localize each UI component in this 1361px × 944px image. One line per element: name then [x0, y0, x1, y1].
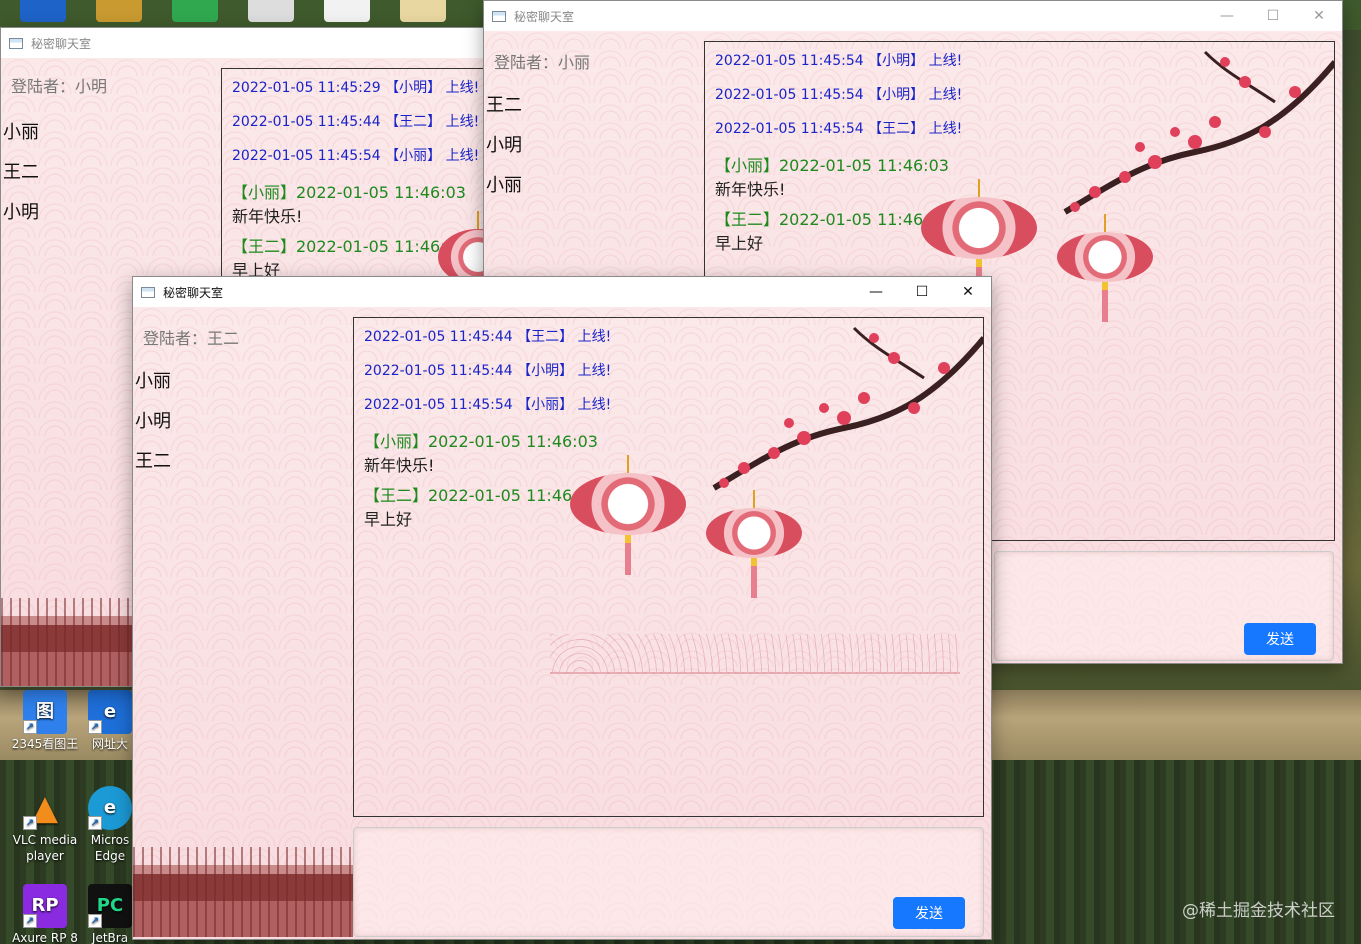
desktop-icon-image-viewer[interactable]: 图 ↗ 2345看图王 [10, 690, 80, 752]
close-button[interactable]: ✕ [945, 277, 991, 307]
send-button[interactable]: 发送 [1244, 623, 1316, 655]
app-window-icon [141, 286, 155, 298]
desktop-icon-label: JetBra [91, 931, 129, 944]
pycharm-icon: PC ↗ [88, 884, 132, 928]
desktop-icon-label: 2345看图王 [11, 737, 79, 751]
system-message: 2022-01-05 11:45:44 【王二】 上线! [232, 114, 480, 130]
lantern-decoration [570, 455, 686, 575]
desktop-icon-vlc[interactable]: ▲ ↗ VLC media player [10, 786, 80, 864]
system-message: 2022-01-05 11:45:54 【王二】 上线! [715, 121, 963, 137]
user-list-item[interactable]: 王二 [135, 447, 171, 473]
vlc-cone-icon: ▲ ↗ [23, 786, 67, 830]
window-titlebar[interactable]: 秘密聊天室 — ☐ ✕ [484, 1, 1342, 31]
desktop-icon-label: Axure RP 8 [12, 931, 78, 944]
desktop-icon-axure[interactable]: RP ↗ Axure RP 8 [10, 884, 80, 944]
desktop-icon-top-5[interactable] [324, 0, 370, 22]
desktop-icon-label: VLC media player [12, 833, 78, 863]
system-message: 2022-01-05 11:45:29 【小明】 上线! [232, 80, 480, 96]
chat-message-text: 新年快乐! [715, 180, 786, 199]
chat-message-header: 【王二】2022-01-05 11:46:11 [232, 237, 466, 256]
message-input-box[interactable] [353, 827, 984, 937]
user-list-item[interactable]: 小丽 [3, 118, 39, 144]
chat-message-text: 新年快乐! [232, 207, 303, 226]
user-list-item[interactable]: 小丽 [486, 171, 522, 197]
system-message: 2022-01-05 11:45:54 【小丽】 上线! [364, 397, 612, 413]
maximize-button[interactable]: ☐ [1250, 1, 1296, 31]
system-message: 2022-01-05 11:45:54 【小明】 上线! [715, 53, 963, 69]
user-list-item[interactable]: 小明 [3, 198, 39, 224]
system-message: 2022-01-05 11:45:54 【小丽】 上线! [232, 148, 480, 164]
edge-legacy-icon: e ↗ [88, 690, 132, 734]
chat-message-text: 早上好 [715, 234, 764, 253]
user-sidebar: 登陆者：王二 小丽 小明 王二 [133, 307, 353, 939]
chat-message-header: 【王二】2022-01-05 11:46:11 [364, 486, 598, 505]
desktop-icon-top-3[interactable] [172, 0, 218, 22]
minimize-button[interactable]: — [853, 277, 899, 307]
maximize-button[interactable]: ☐ [899, 277, 945, 307]
window-titlebar[interactable]: 秘密聊天室 — ☐ ✕ [133, 277, 991, 307]
send-button[interactable]: 发送 [893, 897, 965, 929]
chat-window-wanger[interactable]: 秘密聊天室 — ☐ ✕ 登陆者：王二 小丽 小明 王二 2022-01-05 1… [132, 276, 992, 940]
user-list-item[interactable]: 小明 [486, 131, 522, 157]
lantern-decoration [1057, 214, 1153, 322]
system-message: 2022-01-05 11:45:54 【小明】 上线! [715, 87, 963, 103]
desktop-icon-top-4[interactable] [248, 0, 294, 22]
edge-icon: e ↗ [88, 786, 132, 830]
window-title: 秘密聊天室 [31, 36, 92, 51]
app-window-icon [9, 37, 23, 49]
chat-message-header: 【小丽】2022-01-05 11:46:03 [364, 432, 598, 451]
cloud-wave-decoration [550, 634, 960, 674]
close-button[interactable]: ✕ [1296, 1, 1342, 31]
lantern-decoration [706, 490, 802, 598]
chat-message-header: 【小丽】2022-01-05 11:46:03 [232, 183, 466, 202]
window-titlebar[interactable]: 秘密聊天室 [1, 28, 499, 58]
minimize-button[interactable]: — [1204, 1, 1250, 31]
user-list-item[interactable]: 小丽 [135, 367, 171, 393]
desktop-icon-pycharm[interactable]: PC ↗ JetBra [80, 884, 140, 944]
chat-message-header: 【王二】2022-01-05 11:46:11 [715, 210, 949, 229]
desktop-icon-edge[interactable]: e ↗ Micros Edge [80, 786, 140, 864]
system-message: 2022-01-05 11:45:44 【小明】 上线! [364, 363, 612, 379]
chat-message-header: 【小丽】2022-01-05 11:46:03 [715, 156, 949, 175]
system-message: 2022-01-05 11:45:44 【王二】 上线! [364, 329, 612, 345]
watermark: @稀土掘金技术社区 [1182, 901, 1335, 921]
desktop-icon-label: Micros Edge [90, 833, 130, 863]
image-viewer-icon: 图 ↗ [23, 690, 67, 734]
chat-message-text: 早上好 [364, 510, 413, 529]
user-list-item[interactable]: 小明 [135, 407, 171, 433]
desktop-icon-top-2[interactable] [96, 0, 142, 22]
login-user-label: 登陆者：小明 [11, 77, 108, 96]
window-client-area: 登陆者：王二 小丽 小明 王二 2022-01-05 11:45:44 【王二】… [133, 307, 991, 939]
lantern-decoration [921, 179, 1037, 299]
desktop-icon-web-nav[interactable]: e ↗ 网址大 [80, 690, 140, 752]
window-controls: — ☐ ✕ [853, 277, 991, 307]
window-title: 秘密聊天室 [163, 285, 224, 300]
chat-message-text: 新年快乐! [364, 456, 435, 475]
desktop-icon-label: 网址大 [91, 737, 128, 751]
desktop-icon-top-6[interactable] [400, 0, 446, 22]
user-list-item[interactable]: 王二 [486, 91, 522, 117]
window-title: 秘密聊天室 [514, 9, 575, 24]
message-display-box[interactable]: 2022-01-05 11:45:44 【王二】 上线! 2022-01-05 … [353, 317, 984, 817]
app-window-icon [492, 10, 506, 22]
login-user-label: 登陆者：小丽 [494, 53, 591, 72]
user-list-item[interactable]: 王二 [3, 158, 39, 184]
login-user-label: 登陆者：王二 [143, 329, 240, 348]
desktop-icon-top-1[interactable] [20, 0, 66, 22]
message-display-box[interactable]: 2022-01-05 11:45:29 【小明】 上线! 2022-01-05 … [221, 68, 499, 308]
axure-rp-icon: RP ↗ [23, 884, 67, 928]
temple-roof-decoration [133, 847, 353, 937]
temple-roof-decoration [1, 598, 141, 686]
window-controls: — ☐ ✕ [1204, 1, 1342, 31]
